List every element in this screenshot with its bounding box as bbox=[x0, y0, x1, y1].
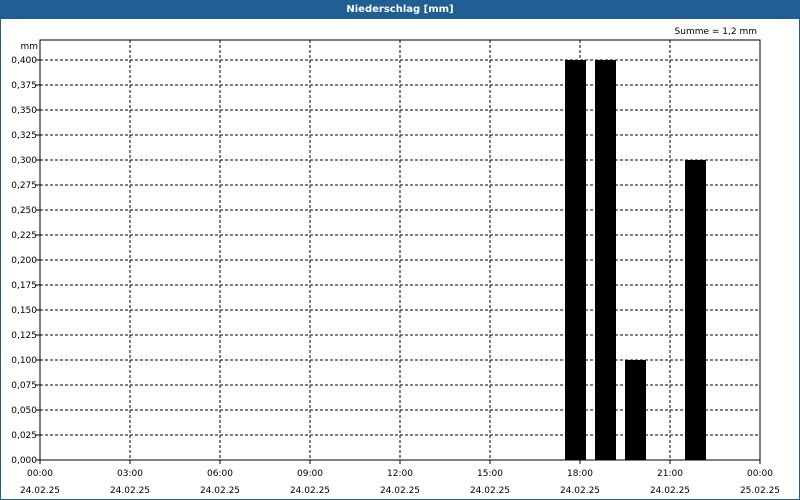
x-tick-date: 24.02.25 bbox=[650, 486, 690, 496]
x-tick-date: 24.02.25 bbox=[20, 486, 60, 496]
y-tick-label: 0,375 bbox=[11, 81, 37, 91]
x-tick-date: 24.02.25 bbox=[110, 486, 150, 496]
x-tick-time: 15:00 bbox=[477, 469, 503, 479]
x-axis-ticks: 00:00 24.02.25 03:00 24.02.25 06:00 24.02.25 0… bbox=[20, 460, 780, 496]
x-tick-time: 06:00 bbox=[207, 469, 233, 479]
y-tick-label: 0,325 bbox=[11, 131, 37, 141]
precipitation-chart: 0,000 0,025 0,050 0,075 0,100 0,125 0,150 0,175… bbox=[11, 27, 780, 496]
x-tick-date: 24.02.25 bbox=[200, 486, 240, 496]
y-tick-label: 0,125 bbox=[11, 331, 37, 341]
bar bbox=[595, 60, 616, 460]
x-tick-time: 09:00 bbox=[297, 469, 323, 479]
y-tick-label: 0,025 bbox=[11, 431, 37, 441]
x-tick-date: 25.02.25 bbox=[740, 486, 780, 496]
x-tick-time: 03:00 bbox=[117, 469, 143, 479]
y-tick-label: 0,250 bbox=[11, 206, 37, 216]
y-tick-label: 0,400 bbox=[11, 56, 37, 66]
y-tick-label: 0,100 bbox=[11, 356, 37, 366]
y-tick-label: 0,050 bbox=[11, 406, 37, 416]
x-tick-date: 24.02.25 bbox=[380, 486, 420, 496]
bar bbox=[565, 60, 586, 460]
x-tick-time: 00:00 bbox=[747, 469, 773, 479]
bar bbox=[685, 160, 706, 460]
y-tick-label: 0,300 bbox=[11, 156, 37, 166]
y-axis-label: mm bbox=[20, 42, 38, 52]
x-tick-time: 12:00 bbox=[387, 469, 413, 479]
grid-layer bbox=[40, 40, 760, 460]
y-axis-ticks: 0,000 0,025 0,050 0,075 0,100 0,125 0,150 0,175… bbox=[11, 56, 40, 466]
x-tick-date: 24.02.25 bbox=[470, 486, 510, 496]
x-tick-time: 21:00 bbox=[657, 469, 683, 479]
x-tick-date: 24.02.25 bbox=[290, 486, 330, 496]
y-tick-label: 0,075 bbox=[11, 381, 37, 391]
y-tick-label: 0,275 bbox=[11, 181, 37, 191]
x-tick-time: 18:00 bbox=[567, 469, 593, 479]
sum-label: Summe = 1,2 mm bbox=[675, 27, 757, 37]
x-tick-time: 00:00 bbox=[27, 469, 53, 479]
bar bbox=[625, 360, 646, 460]
x-tick-date: 24.02.25 bbox=[560, 486, 600, 496]
y-tick-label: 0,200 bbox=[11, 256, 37, 266]
y-tick-label: 0,225 bbox=[11, 231, 37, 241]
y-tick-label: 0,350 bbox=[11, 106, 37, 116]
y-tick-label: 0,175 bbox=[11, 281, 37, 291]
y-tick-label: 0,150 bbox=[11, 306, 37, 316]
y-tick-label: 0,000 bbox=[11, 456, 37, 466]
